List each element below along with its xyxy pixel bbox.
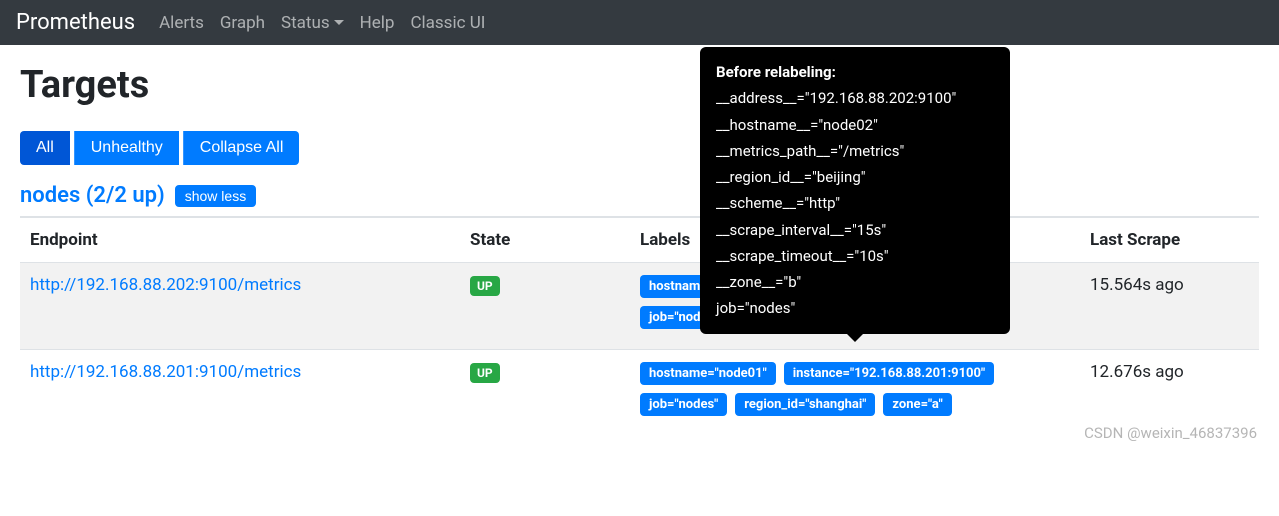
nav-status-label: Status [281, 13, 330, 33]
col-endpoint: Endpoint [20, 217, 460, 263]
brand-title[interactable]: Prometheus [16, 10, 135, 35]
navbar: Prometheus Alerts Graph Status Help Clas… [0, 0, 1279, 45]
endpoint-link[interactable]: http://192.168.88.201:9100/metrics [30, 362, 301, 382]
chevron-down-icon [334, 20, 344, 25]
main-container: Targets All Unhealthy Collapse All nodes… [0, 45, 1279, 448]
last-scrape-value: 12.676s ago [1080, 350, 1259, 437]
nav-classic-ui[interactable]: Classic UI [410, 13, 485, 33]
label-zone[interactable]: zone="a" [883, 393, 951, 416]
label-job[interactable]: job="nodes" [640, 393, 727, 416]
col-last-scrape: Last Scrape [1080, 217, 1259, 263]
tooltip-line-region-id: __region_id__="beijing" [716, 164, 994, 190]
label-instance[interactable]: instance="192.168.88.201:9100" [784, 362, 994, 385]
state-badge: UP [470, 276, 500, 296]
target-group-title[interactable]: nodes (2/2 up) [20, 183, 165, 208]
filter-button-group: All Unhealthy Collapse All [20, 131, 1259, 165]
tooltip-line-address: __address__="192.168.88.202:9100" [716, 85, 994, 111]
label-region-id[interactable]: region_id="shanghai" [735, 393, 875, 416]
tooltip-title: Before relabeling: [716, 59, 994, 85]
nav-alerts[interactable]: Alerts [159, 13, 204, 33]
filter-unhealthy-button[interactable]: Unhealthy [74, 131, 179, 165]
tooltip-line-scrape-interval: __scrape_interval__="15s" [716, 217, 994, 243]
tooltip-line-metrics-path: __metrics_path__="/metrics" [716, 138, 994, 164]
tooltip-line-scheme: __scheme__="http" [716, 190, 994, 216]
nav-help[interactable]: Help [360, 13, 395, 33]
filter-all-button[interactable]: All [20, 131, 70, 165]
targets-table: Endpoint State Labels Last Scrape http:/… [20, 216, 1259, 436]
collapse-all-button[interactable]: Collapse All [183, 131, 300, 165]
relabel-tooltip: Before relabeling: __address__="192.168.… [700, 47, 1010, 334]
table-row: http://192.168.88.201:9100/metrics UP ho… [20, 350, 1259, 437]
tooltip-line-zone: __zone__="b" [716, 269, 994, 295]
tooltip-line-job: job="nodes" [716, 295, 994, 321]
state-badge: UP [470, 363, 500, 383]
tooltip-line-scrape-timeout: __scrape_timeout__="10s" [716, 243, 994, 269]
nav-status[interactable]: Status [281, 13, 344, 33]
target-group-header: nodes (2/2 up) show less [20, 183, 1259, 208]
show-less-button[interactable]: show less [175, 185, 256, 207]
page-title: Targets [20, 63, 1259, 107]
table-row: http://192.168.88.202:9100/metrics UP ho… [20, 263, 1259, 350]
last-scrape-value: 15.564s ago [1080, 263, 1259, 350]
endpoint-link[interactable]: http://192.168.88.202:9100/metrics [30, 275, 301, 295]
tooltip-line-hostname: __hostname__="node02" [716, 112, 994, 138]
nav-graph[interactable]: Graph [220, 13, 265, 33]
col-state: State [460, 217, 630, 263]
label-hostname[interactable]: hostname="node01" [640, 362, 776, 385]
